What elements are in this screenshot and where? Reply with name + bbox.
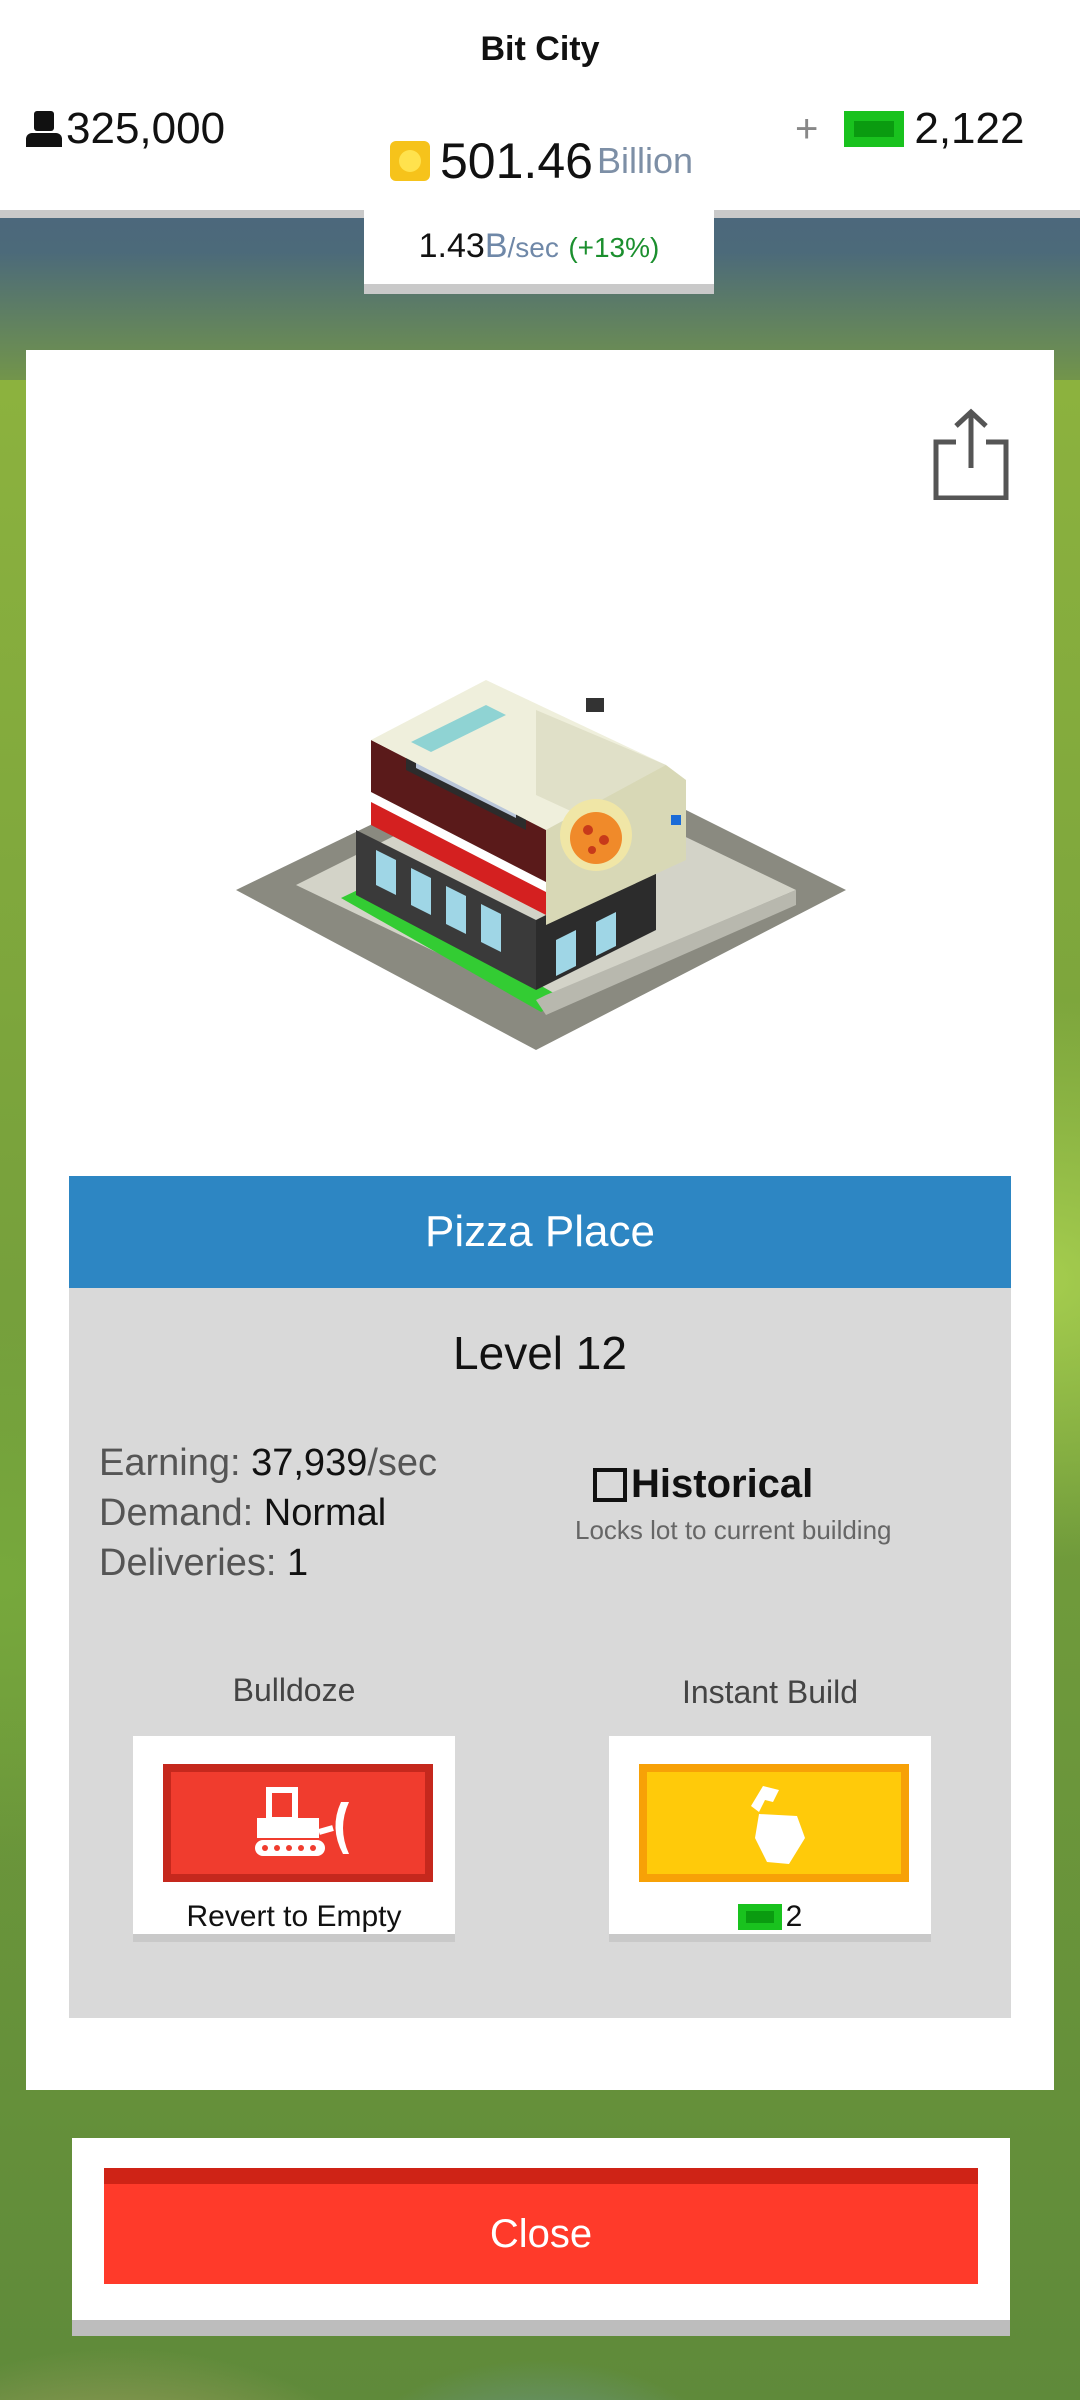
coin-amount: 501.46 xyxy=(440,133,593,189)
instant-build-button[interactable] xyxy=(639,1764,909,1882)
income-rate: 1.43B/sec (+13%) xyxy=(364,210,714,284)
building-name: Pizza Place xyxy=(69,1176,1011,1288)
share-icon[interactable] xyxy=(932,408,1010,500)
building-stats: Earning: 37,939/sec Demand: Normal Deliv… xyxy=(99,1438,437,1588)
historical-toggle[interactable]: Historical Locks lot to current building xyxy=(575,1462,892,1546)
bulldoze-label: Bulldoze xyxy=(232,1672,356,1708)
population-value: 325,000 xyxy=(66,104,226,153)
historical-label: Historical xyxy=(631,1462,814,1506)
deliveries-row: Deliveries: 1 xyxy=(99,1538,437,1588)
income-rate-suffix: B xyxy=(484,227,508,265)
coin-unit: Billion xyxy=(596,140,693,181)
instant-build-cost-value: 2 xyxy=(785,1900,803,1933)
hammer-hand-icon xyxy=(751,1786,805,1864)
cash-amount: 2,122 xyxy=(914,104,1025,153)
cash-bill-icon xyxy=(844,111,905,147)
historical-checkbox[interactable] xyxy=(593,1467,627,1502)
person-icon xyxy=(26,111,62,147)
earning-value: 37,939 xyxy=(251,1442,368,1484)
coin-icon xyxy=(390,141,430,181)
instant-build-card: 2 xyxy=(609,1736,931,1942)
pizza-place-building-image xyxy=(236,680,846,1050)
coin-balance: 501.46 Billion xyxy=(390,132,693,190)
cash-bill-icon xyxy=(737,1904,782,1930)
deliveries-value: 1 xyxy=(286,1542,309,1584)
income-rate-box: 1.43B/sec (+13%) xyxy=(364,210,714,294)
revert-to-empty-caption: Revert to Empty xyxy=(186,1900,402,1933)
top-hud: Bit City 325,000 501.46 Billion + 2,122 xyxy=(0,0,1080,218)
instant-build-label: Instant Build xyxy=(681,1674,859,1710)
city-name: Bit City xyxy=(480,30,600,68)
bulldozer-icon xyxy=(255,1787,349,1856)
demand-value: Normal xyxy=(263,1492,387,1534)
demand-row: Demand: Normal xyxy=(99,1488,437,1538)
income-rate-change: (+13%) xyxy=(568,232,660,263)
population-counter: 325,000 xyxy=(26,104,225,154)
earning-unit: /sec xyxy=(367,1442,438,1484)
historical-description: Locks lot to current building xyxy=(575,1515,892,1545)
close-button[interactable]: Close xyxy=(104,2168,978,2284)
income-rate-value: 1.43 xyxy=(418,227,485,265)
building-level: Level 12 xyxy=(453,1327,627,1379)
bulldoze-button[interactable] xyxy=(163,1764,433,1882)
earning-row: Earning: 37,939/sec xyxy=(99,1438,437,1488)
earning-label: Earning: xyxy=(99,1442,241,1484)
cash-balance[interactable]: + 2,122 xyxy=(795,104,1024,154)
deliveries-label: Deliveries: xyxy=(99,1542,277,1584)
bulldoze-card: Revert to Empty xyxy=(133,1736,455,1942)
income-rate-per: /sec xyxy=(507,232,559,263)
demand-label: Demand: xyxy=(99,1492,254,1534)
historical-checkbox-row[interactable]: Historical xyxy=(593,1462,892,1507)
add-cash-icon[interactable]: + xyxy=(795,107,818,152)
instant-build-cost: 2 xyxy=(609,1900,931,1934)
close-button-container: Close xyxy=(72,2138,1010,2336)
building-info-panel: Pizza Place Level 12 Earning: 37,939/sec… xyxy=(69,1176,1011,2018)
building-detail-modal: Pizza Place Level 12 Earning: 37,939/sec… xyxy=(26,350,1054,2090)
